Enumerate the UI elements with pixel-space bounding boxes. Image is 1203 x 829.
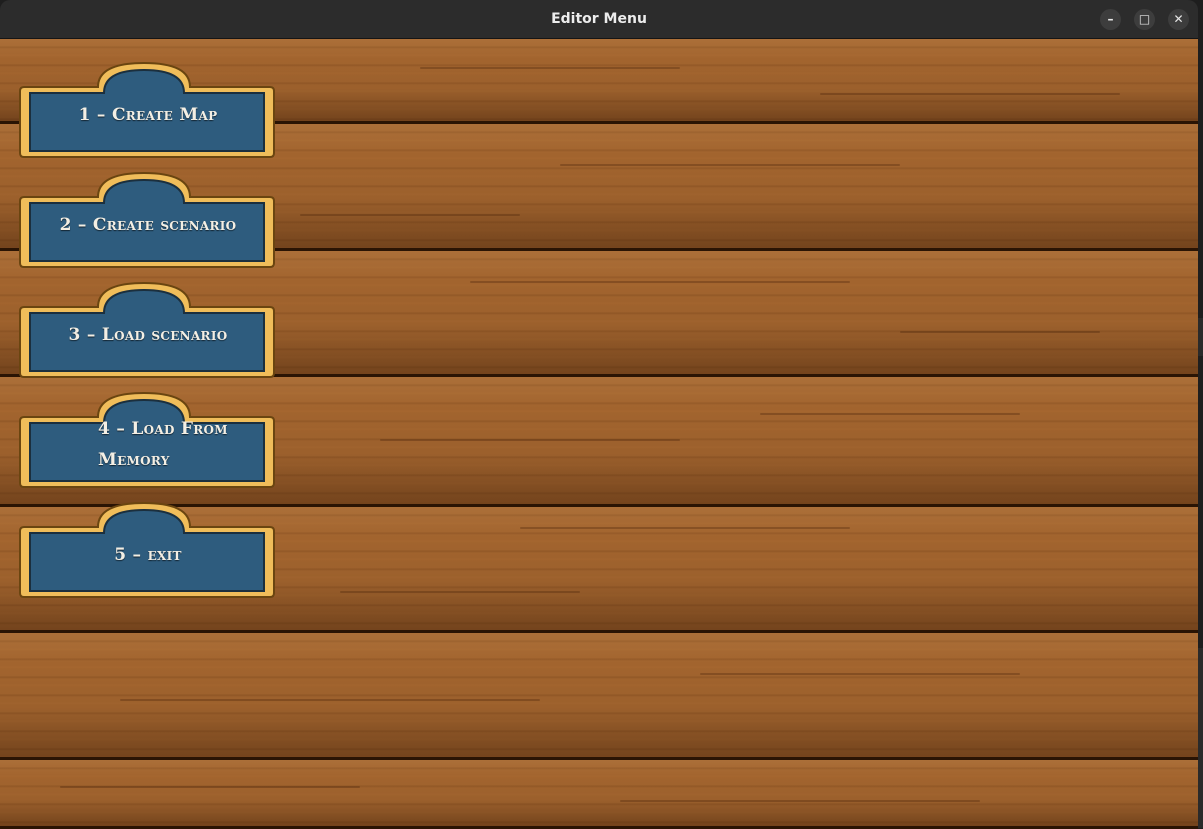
app-window: Editor Menu – □ ✕ 1 – Create Map 2 – Cre… [0, 0, 1198, 829]
create-map-button[interactable]: 1 – Create Map [18, 61, 276, 159]
title-bar[interactable]: Editor Menu – □ ✕ [0, 0, 1198, 39]
load-scenario-button[interactable]: 3 – Load scenario [18, 281, 276, 379]
minimize-button[interactable]: – [1100, 9, 1121, 30]
background-window-edge [1198, 318, 1203, 356]
maximize-button[interactable]: □ [1134, 9, 1155, 30]
load-scenario-label: 3 – Load scenario [68, 324, 228, 345]
wood-plank [0, 633, 1198, 760]
background-window-edge [1198, 648, 1203, 828]
wood-background: 1 – Create Map 2 – Create scenario 3 – L… [0, 39, 1198, 829]
create-scenario-label: 2 – Create scenario [59, 214, 237, 235]
create-map-label: 1 – Create Map [78, 104, 218, 125]
window-title: Editor Menu [551, 11, 647, 27]
wood-plank [0, 760, 1198, 829]
exit-button[interactable]: 5 – exit [18, 501, 276, 599]
close-button[interactable]: ✕ [1168, 9, 1189, 30]
exit-label: 5 – exit [114, 544, 182, 565]
load-from-memory-button[interactable]: 4 – Load From Memory [18, 391, 276, 489]
create-scenario-button[interactable]: 2 – Create scenario [18, 171, 276, 269]
load-from-memory-label: 4 – Load From Memory [98, 419, 228, 470]
